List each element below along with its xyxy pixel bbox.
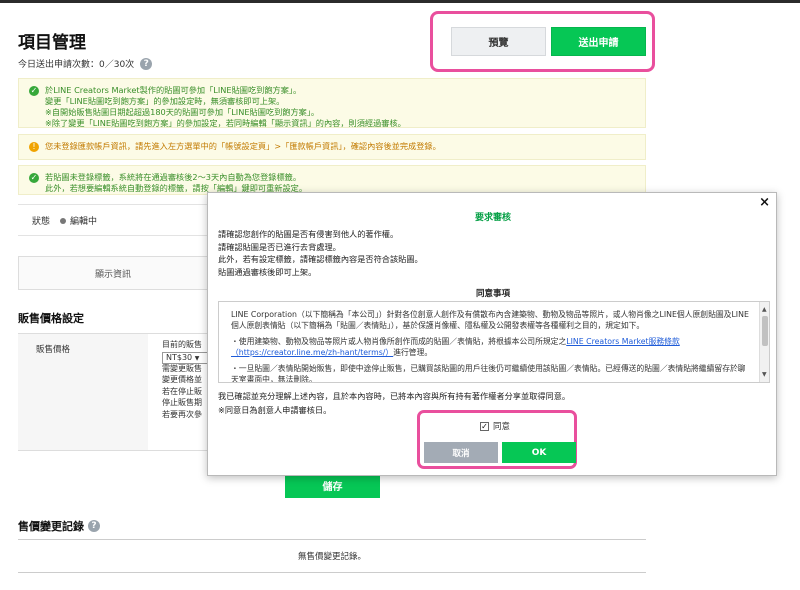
- top-bar: [0, 0, 800, 3]
- modal-intro: 請確認您創作的貼圖是否有侵害到他人的著作權。 請確認貼圖是否已進行去背處理。 此…: [218, 228, 423, 278]
- price-line: 若在停止販: [162, 386, 202, 396]
- terms-text: 進行管理。: [393, 348, 433, 357]
- price-history-empty: 無售價變更記錄。: [18, 539, 646, 573]
- terms-scroll-box[interactable]: LINE Corporation（以下簡稱為「本公司」）針對各位創意人創作及有償…: [218, 301, 770, 383]
- status-dot-icon: [60, 217, 67, 224]
- intro-line: 請確認您創作的貼圖是否有侵害到他人的著作權。: [218, 229, 399, 239]
- agree-label: 同意: [493, 422, 511, 432]
- submit-request-button[interactable]: 送出申請: [551, 27, 646, 56]
- modal-title: 要求審核: [474, 213, 511, 223]
- ok-button[interactable]: OK: [502, 442, 576, 463]
- help-icon[interactable]: ?: [88, 520, 100, 532]
- status-label: 狀態: [32, 216, 51, 227]
- agreement-heading: 同意事項: [475, 289, 510, 299]
- history-title-text: 售價變更記錄: [18, 520, 84, 533]
- price-line: 停止販售期: [162, 398, 202, 407]
- price-line: 需變更販售: [162, 363, 202, 373]
- notice-line: 您未登錄匯款帳戶資訊，請先進入左方選單中的「帳號設定頁」>「匯款帳戶資訊」，確認…: [45, 141, 441, 151]
- price-select-value: NT$30: [166, 353, 193, 362]
- preview-button[interactable]: 預覽: [451, 27, 546, 56]
- agree-checkbox[interactable]: ✓: [480, 421, 489, 431]
- chevron-down-icon: ▼: [194, 355, 200, 362]
- price-select[interactable]: NT$30 ▼: [162, 352, 208, 364]
- confirm-line: 我已確認並充分理解上述內容，且於本內容時，已將本內容與所有持有著作權者分享並取得…: [218, 391, 571, 401]
- terms-paragraph: ・使用建築物、動物及物品等照片或人物肖像所創作而成的貼圖／表情貼，將根據本公司所…: [231, 336, 749, 358]
- notice-tags: ✓ 若貼圖未登錄標籤，系統將在通過審核後2～3天內自動為您登錄標籤。 此外，若想…: [18, 165, 646, 195]
- intro-line: 此外，若有設定標籤，請確認標籤內容是否符合該貼圖。: [218, 254, 423, 264]
- daily-count-text: 今日送出申請次數：0／30次: [18, 60, 135, 70]
- scroll-thumb[interactable]: [762, 316, 768, 346]
- tab-display-info[interactable]: 顯示資訊: [18, 256, 208, 290]
- warning-circle-icon: !: [29, 142, 39, 152]
- intro-line: 貼圖通過審核後即可上架。: [218, 266, 317, 277]
- notice-line: ※自開始販售貼圖日期起超過180天的貼圖可參加「LINE貼圖吃到飽方案」。: [45, 107, 320, 117]
- notice-line: 若貼圖未登錄標籤，系統將在通過審核後2～3天內自動為您登錄標籤。: [45, 172, 302, 182]
- agree-checkbox-row[interactable]: ✓ 同意: [480, 420, 510, 432]
- terms-text: ・使用建築物、動物及物品等照片或人物肖像所創作而成的貼圖／表情貼，將根據本公司所…: [231, 337, 567, 346]
- cancel-button[interactable]: 取消: [424, 442, 498, 463]
- notice-line: 變更「LINE貼圖吃到飽方案」的參加設定時，無須審核即可上架。: [45, 96, 285, 106]
- price-line: 變更價格並: [162, 375, 202, 384]
- scroll-down-icon[interactable]: ▼: [762, 369, 767, 380]
- scroll-up-icon[interactable]: ▲: [762, 304, 767, 315]
- price-line: 若要再次參: [162, 409, 202, 419]
- page-title: 項目管理: [18, 33, 86, 53]
- check-circle-icon: ✓: [29, 173, 39, 183]
- intro-line: 請確認貼圖是否已進行去背處理。: [218, 241, 341, 252]
- check-circle-icon: ✓: [29, 86, 39, 96]
- status-row: 狀態 編輯中: [18, 204, 208, 236]
- price-row-label: 販售價格: [36, 345, 71, 355]
- price-history-title: 售價變更記錄 ?: [18, 518, 100, 534]
- status-badge: 編輯中: [60, 214, 97, 227]
- terms-paragraph: ・一旦貼圖／表情貼開始販售，即使中途停止販售，已購買該貼圖的用戶往後仍可繼續使用…: [231, 364, 746, 383]
- status-value: 編輯中: [70, 216, 98, 227]
- price-line: 目前的販售: [162, 340, 202, 349]
- notice-line: 於LINE Creators Market製作的貼圖可參加「LINE貼圖吃到飽方…: [45, 85, 302, 95]
- terms-paragraph: LINE Corporation（以下簡稱為「本公司」）針對各位創意人創作及有償…: [231, 310, 749, 330]
- notice-line: ※除了變更「LINE貼圖吃到飽方案」的參加設定，若同時編輯「顯示資訊」的內容，則…: [45, 118, 406, 128]
- close-icon[interactable]: ×: [759, 195, 770, 210]
- notice-bank-account: ! 您未登錄匯款帳戶資訊，請先進入左方選單中的「帳號設定頁」>「匯款帳戶資訊」，…: [18, 134, 646, 160]
- help-icon[interactable]: ?: [140, 57, 153, 70]
- review-request-modal: × 要求審核 請確認您創作的貼圖是否有侵害到他人的著作權。 請確認貼圖是否已進行…: [207, 192, 777, 476]
- terms-scrollbar[interactable]: ▲ ▼: [759, 302, 769, 382]
- pricing-section-title: 販售價格設定: [18, 312, 84, 325]
- notice-sticker-plan: ✓ 於LINE Creators Market製作的貼圖可參加「LINE貼圖吃到…: [18, 78, 646, 128]
- daily-submission-count: 今日送出申請次數：0／30次 ?: [18, 57, 153, 70]
